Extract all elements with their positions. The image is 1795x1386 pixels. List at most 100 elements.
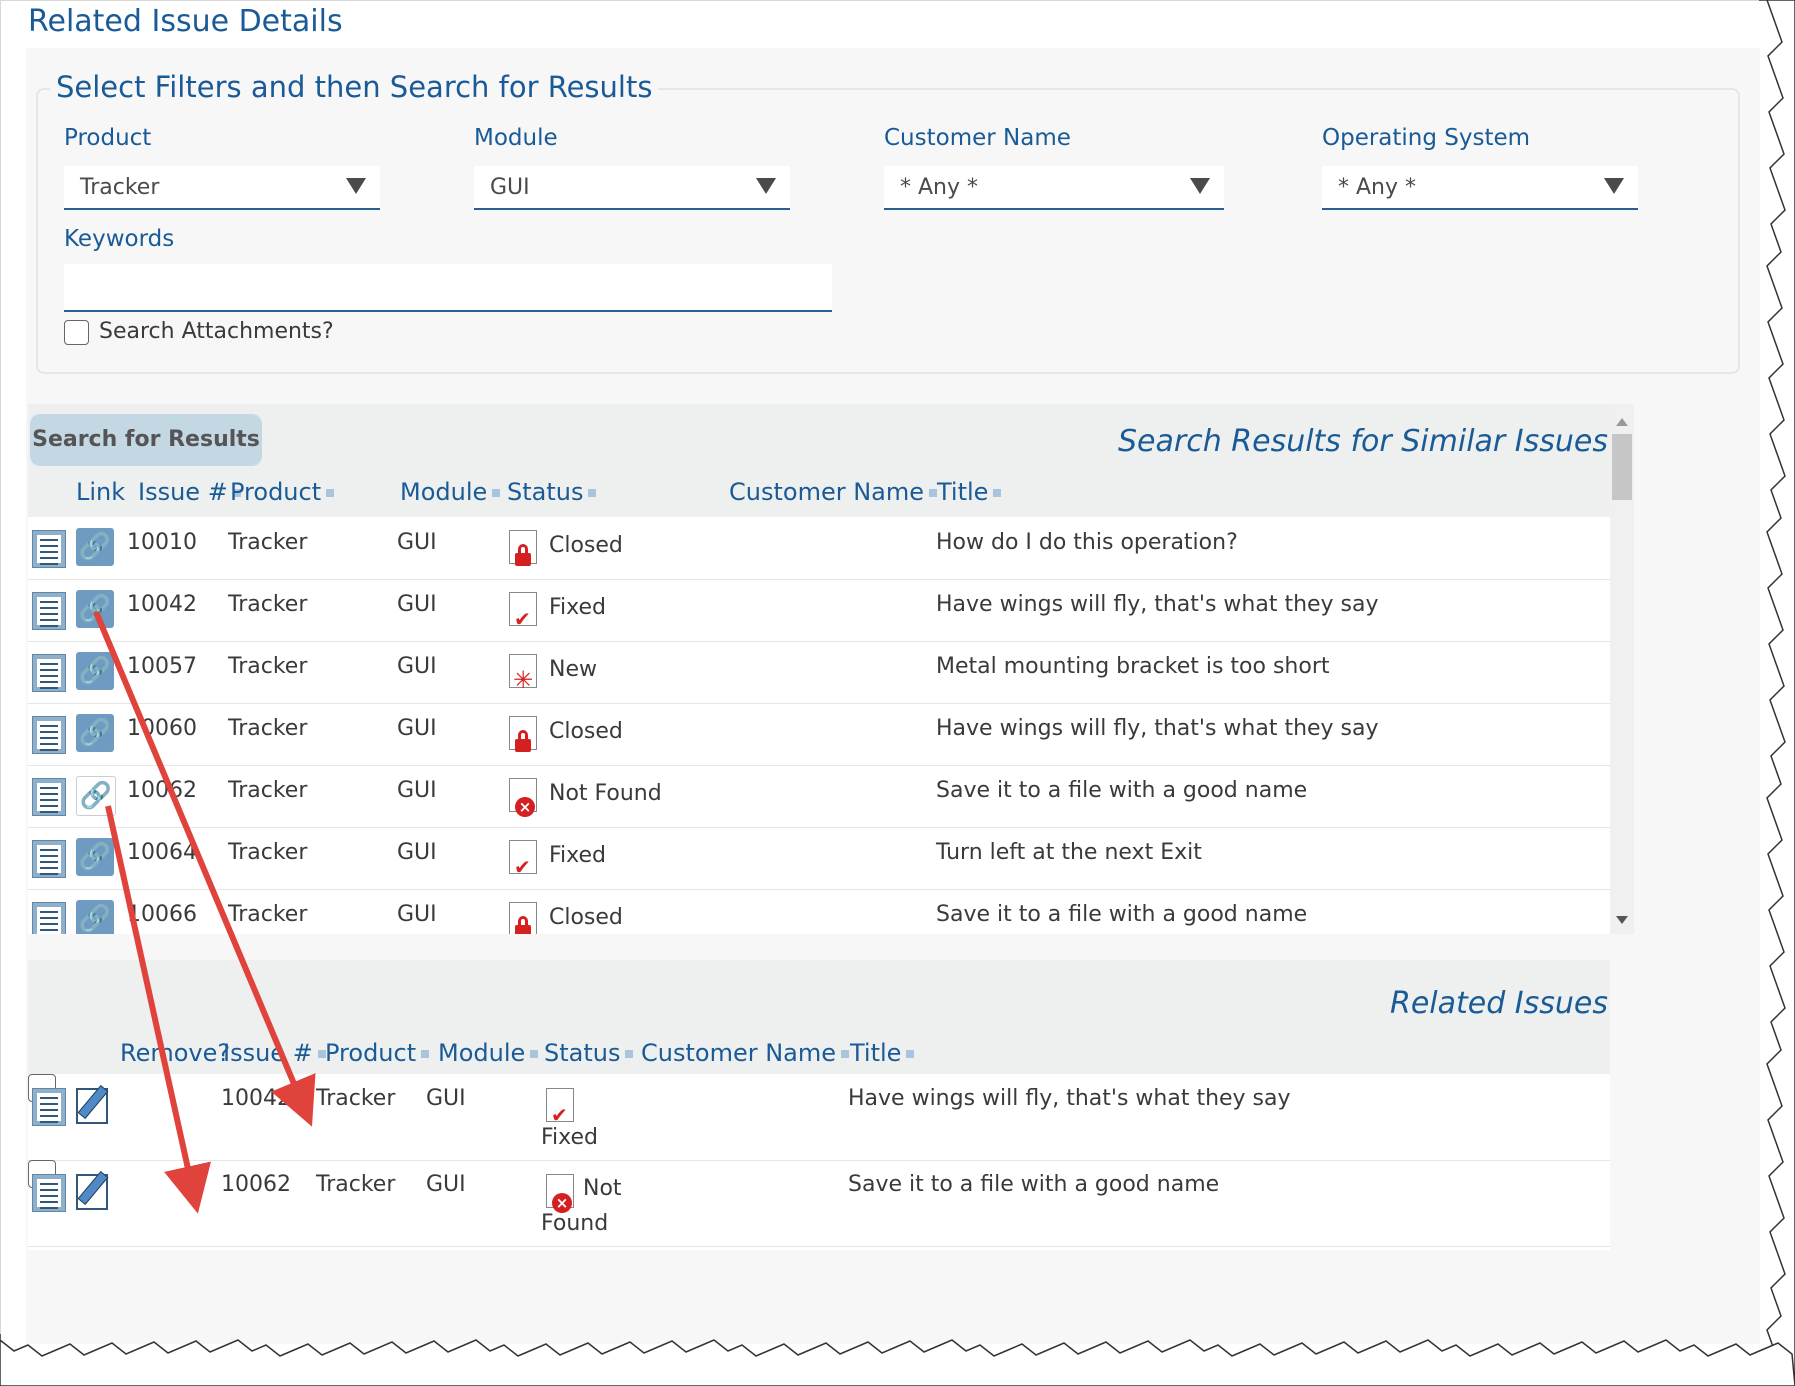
document-icon[interactable] xyxy=(32,530,66,568)
module-cell: GUI xyxy=(397,778,437,803)
col-header-title[interactable]: Title xyxy=(850,1039,915,1067)
status-cell: Not Found xyxy=(549,781,662,806)
operating-system-select[interactable]: * Any * xyxy=(1322,166,1638,210)
col-header-title-label: Title xyxy=(937,478,989,506)
link-icon[interactable]: 🔗 xyxy=(76,652,114,690)
col-header-module[interactable]: Module xyxy=(400,478,501,506)
product-cell: Tracker xyxy=(228,902,308,927)
customer-name-select-value: * Any * xyxy=(900,175,978,200)
status-cell-line2: Found xyxy=(541,1211,609,1236)
issue-number: 10057 xyxy=(127,654,197,679)
col-header-product[interactable]: Product xyxy=(230,478,335,506)
x-circle-icon: × xyxy=(509,778,537,817)
col-header-title-label: Title xyxy=(850,1039,902,1067)
document-icon[interactable] xyxy=(32,778,66,816)
col-header-remove-label: Remove? xyxy=(120,1039,231,1067)
document-icon[interactable] xyxy=(32,840,66,878)
col-header-module-label: Module xyxy=(400,478,488,506)
col-header-status-label: Status xyxy=(544,1039,621,1067)
scroll-thumb[interactable] xyxy=(1612,434,1632,500)
col-header-issue[interactable]: Issue # xyxy=(223,1039,326,1067)
status-cell: Closed xyxy=(549,905,623,930)
module-cell: GUI xyxy=(426,1086,466,1111)
edit-icon[interactable] xyxy=(76,1084,109,1124)
table-row: 🔗 10010 Tracker GUI Closed How do I do this o… xyxy=(28,517,1610,580)
col-header-status[interactable]: Status xyxy=(544,1039,634,1067)
link-icon[interactable]: 🔗 xyxy=(76,528,114,566)
link-icon[interactable]: 🔗 xyxy=(76,776,116,816)
status-cell: Closed xyxy=(549,719,623,744)
module-cell: GUI xyxy=(397,902,437,927)
star-icon: ✳ xyxy=(509,654,537,692)
module-cell: GUI xyxy=(397,840,437,865)
module-cell: GUI xyxy=(397,592,437,617)
product-select-value: Tracker xyxy=(80,175,160,200)
search-attachments-checkbox[interactable] xyxy=(64,320,89,345)
document-icon[interactable] xyxy=(32,1174,66,1212)
edit-icon[interactable] xyxy=(76,1170,109,1210)
sort-icon xyxy=(841,1050,850,1058)
col-header-link[interactable]: Link xyxy=(76,478,125,506)
document-icon[interactable] xyxy=(32,716,66,754)
col-header-status[interactable]: Status xyxy=(507,478,597,506)
keywords-label: Keywords xyxy=(64,226,175,252)
sort-icon xyxy=(993,489,1002,497)
col-header-product[interactable]: Product xyxy=(325,1039,430,1067)
page-title: Related Issue Details xyxy=(22,4,349,39)
module-cell: GUI xyxy=(397,654,437,679)
issue-number: 10042 xyxy=(221,1086,291,1111)
title-cell: Save it to a file with a good name xyxy=(936,902,1308,927)
col-header-customer-name[interactable]: Customer Name xyxy=(729,478,938,506)
scroll-up-icon[interactable] xyxy=(1616,418,1628,426)
issue-number: 10062 xyxy=(221,1172,291,1197)
dropdown-arrow-icon xyxy=(346,178,366,194)
customer-name-select[interactable]: * Any * xyxy=(884,166,1224,210)
link-icon[interactable]: 🔗 xyxy=(76,590,114,628)
title-cell: Have wings will fly, that's what they sa… xyxy=(936,716,1379,741)
customer-name-label: Customer Name xyxy=(884,125,1071,151)
title-cell: Save it to a file with a good name xyxy=(936,778,1308,803)
search-for-results-button[interactable]: Search for Results xyxy=(30,414,262,466)
sort-icon xyxy=(326,489,335,497)
table-row: 10062 Tracker GUI × Not Found Save it to a fil… xyxy=(28,1160,1610,1247)
link-icon[interactable]: 🔗 xyxy=(76,838,114,876)
status-cell-line2: Fixed xyxy=(541,1125,599,1150)
col-header-remove[interactable]: Remove? xyxy=(120,1039,230,1067)
title-cell: Have wings will fly, that's what they sa… xyxy=(936,592,1379,617)
col-header-issue[interactable]: Issue # xyxy=(138,478,241,506)
operating-system-select-value: * Any * xyxy=(1338,175,1416,200)
operating-system-label: Operating System xyxy=(1322,125,1531,151)
module-label: Module xyxy=(474,125,558,151)
module-select[interactable]: GUI xyxy=(474,166,790,210)
col-header-module[interactable]: Module xyxy=(438,1039,539,1067)
col-header-issue-label: Issue # xyxy=(138,478,228,506)
document-icon[interactable] xyxy=(32,592,66,630)
sort-icon xyxy=(929,489,938,497)
col-header-title[interactable]: Title xyxy=(937,478,1002,506)
sort-icon xyxy=(588,489,597,497)
scroll-down-icon[interactable] xyxy=(1616,916,1628,924)
table-row: 10042 Tracker GUI ✔ Fixed Have wings will fly… xyxy=(28,1074,1610,1161)
document-icon[interactable] xyxy=(32,1088,66,1126)
sort-icon xyxy=(906,1050,915,1058)
torn-edge-decoration xyxy=(1759,0,1795,1386)
document-icon[interactable] xyxy=(32,902,66,934)
table-row: 🔗 10060 Tracker GUI Closed Have wings will fl… xyxy=(28,703,1610,766)
lock-icon xyxy=(509,716,537,752)
document-icon[interactable] xyxy=(32,654,66,692)
status-cell: Closed xyxy=(549,533,623,558)
product-select[interactable]: Tracker xyxy=(64,166,380,210)
related-issues-heading: Related Issues xyxy=(1389,986,1608,1021)
lock-icon xyxy=(509,530,537,566)
table-row: 🔗 10042 Tracker GUI ✔ Fixed Have wings will fl… xyxy=(28,579,1610,642)
product-cell: Tracker xyxy=(316,1086,396,1111)
dropdown-arrow-icon xyxy=(756,178,776,194)
col-header-issue-label: Issue # xyxy=(223,1039,313,1067)
col-header-product-label: Product xyxy=(325,1039,417,1067)
link-icon[interactable]: 🔗 xyxy=(76,714,114,752)
link-icon[interactable]: 🔗 xyxy=(76,900,114,934)
col-header-customer-name[interactable]: Customer Name xyxy=(641,1039,850,1067)
sort-icon xyxy=(625,1050,634,1058)
dropdown-arrow-icon xyxy=(1604,178,1624,194)
keywords-input[interactable] xyxy=(64,264,832,312)
